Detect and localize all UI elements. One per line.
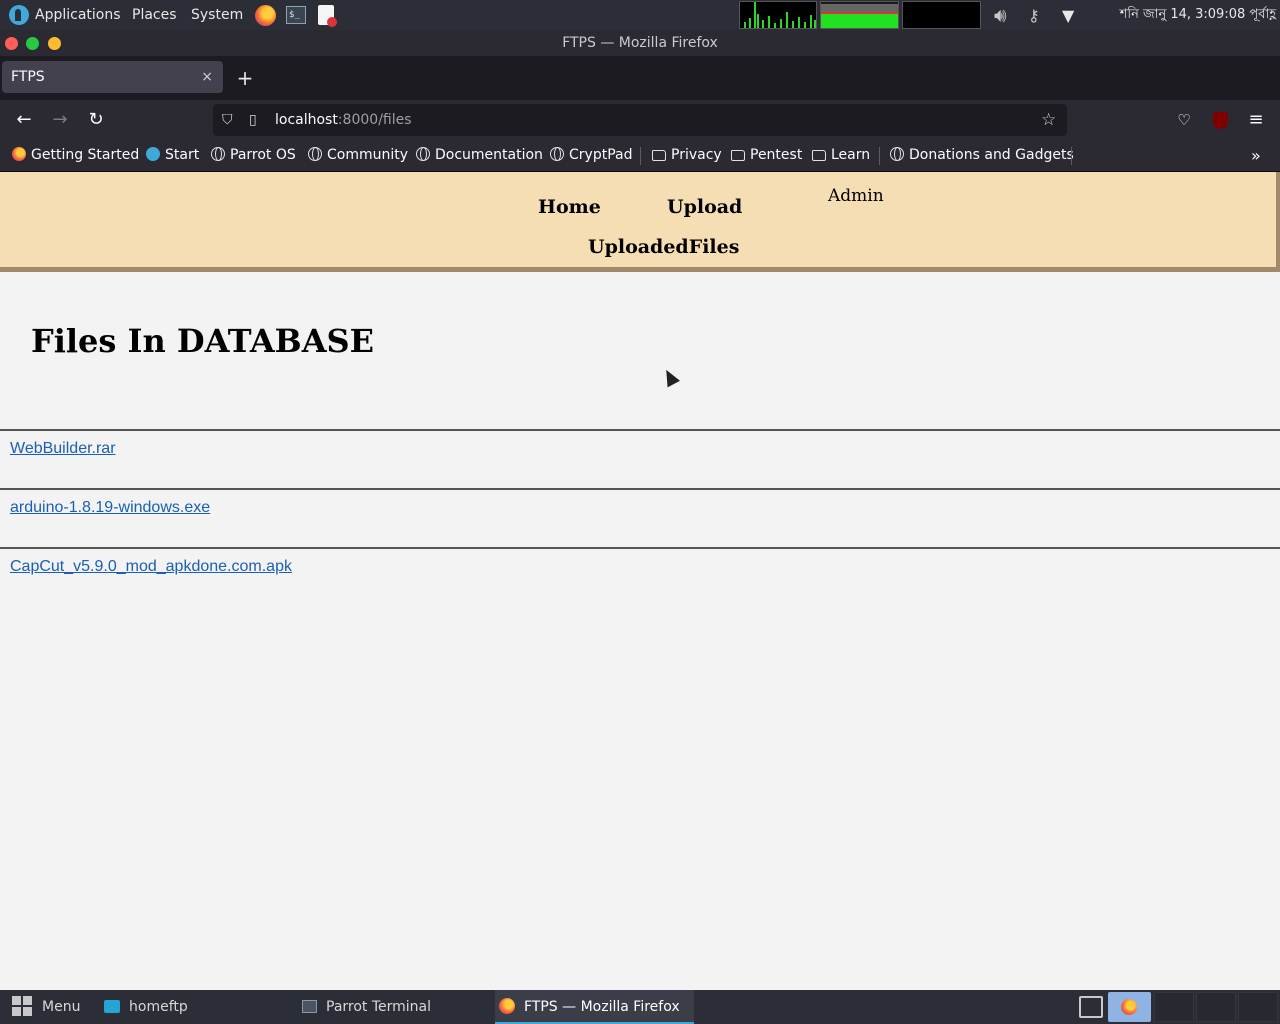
bookmark-cryptpad[interactable]: CryptPad [550,140,632,171]
page-info-icon[interactable]: ▯ [249,104,257,136]
firefox-launcher-icon[interactable] [255,5,276,26]
bookmark-separator [1071,147,1072,165]
bookmark-folder-learn[interactable]: Learn [812,140,870,171]
nav-upload-link[interactable]: Upload [667,196,742,218]
task-firefox[interactable]: FTPS — Mozilla Firefox [495,990,694,1024]
folder-icon [652,150,666,161]
firefox-icon [12,147,26,161]
bookmarks-toolbar: Getting Started Start Parrot OS Communit… [0,140,1280,172]
terminal-icon [302,1000,317,1013]
forward-icon[interactable]: → [46,106,74,134]
bookmark-documentation[interactable]: Documentation [416,140,543,171]
bookmarks-overflow-icon[interactable]: » [1251,140,1261,171]
globe-icon [308,147,322,161]
file-link[interactable]: arduino-1.8.19-windows.exe [10,499,210,517]
globe-icon [416,147,430,161]
bookmark-folder-privacy[interactable]: Privacy [652,140,722,171]
memory-graph [820,1,899,29]
tracking-shield-icon[interactable]: ⛉ [222,104,233,136]
site-navigation: Home Upload Admin UploadedFiles [0,172,1280,272]
parrot-icon [146,147,160,161]
pocket-icon[interactable]: ♡ [1170,106,1198,134]
tab-close-icon[interactable]: × [201,61,213,93]
workspace-2[interactable] [1154,992,1194,1022]
ublock-icon[interactable] [1206,106,1234,134]
workspace-4[interactable] [1238,992,1278,1022]
bookmark-separator [879,147,880,165]
app-menu-icon[interactable]: ≡ [1242,106,1270,134]
firefox-icon [499,998,515,1014]
url-bar[interactable]: ⛉ ▯ localhost:8000/files ☆ [213,104,1067,136]
folder-icon [731,150,745,161]
system-panel: Applications Places System $_ 🔊︎ ⚷ ▼ শনি… [0,0,1280,30]
bookmark-separator [640,147,641,165]
task-homeftp[interactable]: homeftp [104,990,188,1024]
globe-icon [890,147,904,161]
mouse-cursor-icon [660,366,680,388]
tab-label: FTPS [11,69,45,85]
grid-menu-icon [12,996,32,1016]
file-link[interactable]: CapCut_v5.9.0_mod_apkdone.com.apk [10,558,292,576]
workspace-1[interactable] [1108,992,1151,1022]
network-graph [902,1,981,29]
window-titlebar: FTPS — Mozilla Firefox [0,30,1280,56]
cpu-graph [739,1,817,29]
text-editor-launcher-icon[interactable] [318,5,337,27]
bookmark-folder-pentest[interactable]: Pentest [731,140,802,171]
divider [0,488,1280,490]
divider [0,429,1280,431]
bookmark-getting-started[interactable]: Getting Started [12,140,139,171]
bookmark-donations[interactable]: Donations and Gadgets [890,140,1074,171]
globe-icon [211,147,225,161]
back-icon[interactable]: ← [10,106,38,134]
page-title: Files In DATABASE [31,322,375,360]
tab-ftps[interactable]: FTPS × [2,61,223,93]
globe-icon [550,147,564,161]
workspace-3[interactable] [1196,992,1236,1022]
navigation-toolbar: ← → ↻ ⛉ ▯ localhost:8000/files ☆ ♡ ≡ [0,100,1280,140]
places-menu[interactable]: Places [132,0,177,30]
nav-home-link[interactable]: Home [538,196,601,218]
bookmark-parrot-os[interactable]: Parrot OS [211,140,296,171]
window-title: FTPS — Mozilla Firefox [562,35,718,51]
applications-menu[interactable]: Applications [35,0,121,30]
bookmark-start[interactable]: Start [146,140,199,171]
folder-icon [104,1000,120,1013]
reload-icon[interactable]: ↻ [82,106,110,134]
show-desktop-icon[interactable] [1079,996,1103,1018]
system-menu[interactable]: System [191,0,243,30]
terminal-launcher-icon[interactable]: $_ [286,6,306,24]
menu-button[interactable]: Menu [12,990,80,1024]
wifi-icon[interactable]: ▼ [1062,6,1074,25]
file-link[interactable]: WebBuilder.rar [10,440,116,458]
nav-admin-link[interactable]: Admin [828,186,884,206]
bookmark-star-icon[interactable]: ☆ [1041,104,1056,136]
volume-icon[interactable]: 🔊︎ [994,3,1007,27]
new-tab-button[interactable]: + [234,56,256,100]
folder-icon [812,150,826,161]
bookmark-community[interactable]: Community [308,140,408,171]
divider [0,547,1280,549]
task-parrot-terminal[interactable]: Parrot Terminal [302,990,431,1024]
parrot-logo-icon[interactable] [9,5,29,25]
url-text[interactable]: localhost:8000/files [275,104,412,136]
clock[interactable]: শনি জানু 14, 3:09:08 পূর্বাহ্ণ [1120,0,1276,30]
page-content: Home Upload Admin UploadedFiles Files In… [0,172,1280,990]
tab-bar: FTPS × [0,56,1280,100]
nav-uploaded-files-link[interactable]: UploadedFiles [588,236,739,258]
key-icon[interactable]: ⚷ [1028,6,1040,25]
